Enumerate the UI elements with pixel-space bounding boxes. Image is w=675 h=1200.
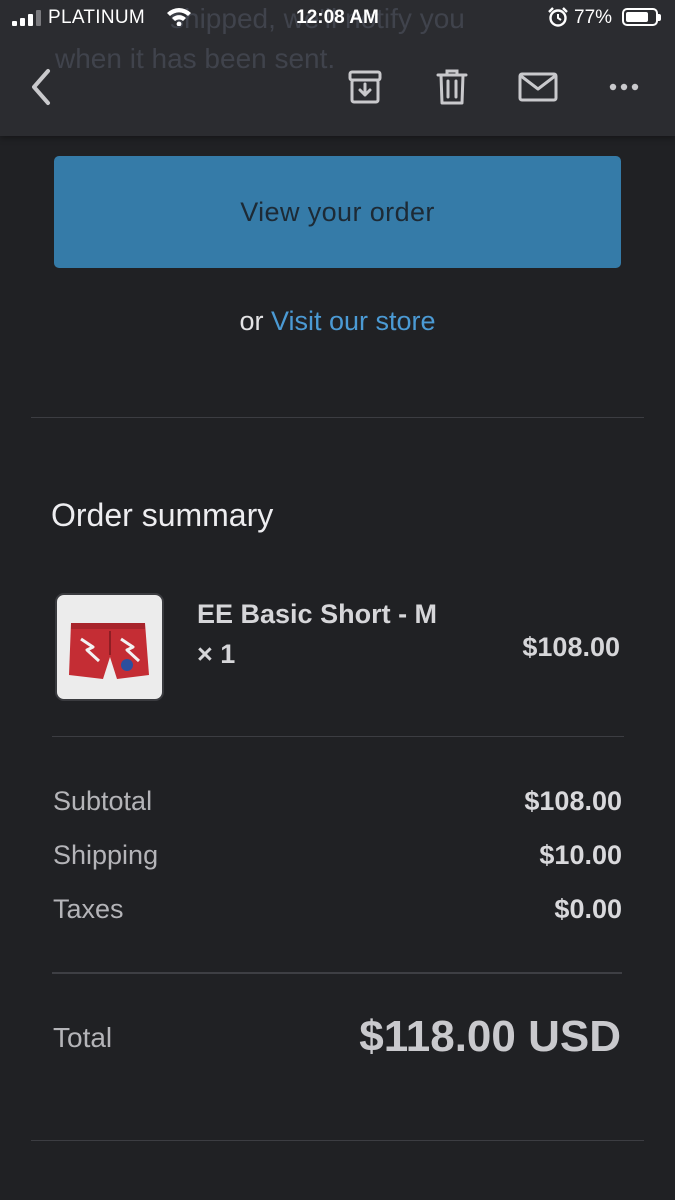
status-bar: PLATINUM 12:08 AM 77% <box>0 0 675 38</box>
more-icon <box>609 83 639 91</box>
mark-unread-button[interactable] <box>513 62 563 112</box>
view-order-button[interactable]: View your order <box>54 156 621 268</box>
taxes-label: Taxes <box>53 894 124 924</box>
subtotal-label: Subtotal <box>53 786 153 816</box>
or-text: or <box>239 306 264 336</box>
more-button[interactable] <box>599 62 649 112</box>
visit-store-line: or Visit our store <box>0 306 675 337</box>
line-item-name: EE Basic Short - M × 1 <box>197 599 438 669</box>
archive-button[interactable] <box>340 62 390 112</box>
battery-icon <box>622 8 661 26</box>
top-bar: shipped, we'll notify you when it has be… <box>0 0 675 136</box>
divider <box>52 972 622 974</box>
shipping-label: Shipping <box>53 840 159 870</box>
background-text-line-2: when it has been sent. <box>55 43 336 74</box>
product-thumbnail <box>55 593 164 701</box>
total-label: Total <box>53 1022 113 1053</box>
total-value: $118.00 USD <box>359 1012 621 1061</box>
back-button[interactable] <box>16 62 66 112</box>
divider <box>31 417 644 418</box>
visit-store-link[interactable]: Visit our store <box>271 306 436 336</box>
order-summary-title: Order summary <box>51 497 274 533</box>
trash-button[interactable] <box>427 62 477 112</box>
line-item-price: $108.00 <box>522 632 620 662</box>
divider <box>31 1140 644 1141</box>
divider <box>52 736 624 737</box>
battery-percent: 77% <box>574 7 613 28</box>
red-shorts-product-image <box>69 623 149 679</box>
taxes-value: $0.00 <box>554 894 622 924</box>
battery-fill <box>626 12 648 22</box>
trash-icon <box>436 69 468 105</box>
shipping-value: $10.00 <box>539 840 622 870</box>
archive-icon <box>348 70 382 104</box>
back-chevron-icon <box>32 69 50 105</box>
alarm-icon <box>548 7 568 27</box>
battery-nub <box>658 14 661 21</box>
subtotal-value: $108.00 <box>524 786 622 816</box>
email-screen: shipped, we'll notify you when it has be… <box>0 0 675 1200</box>
mail-icon <box>518 72 558 102</box>
